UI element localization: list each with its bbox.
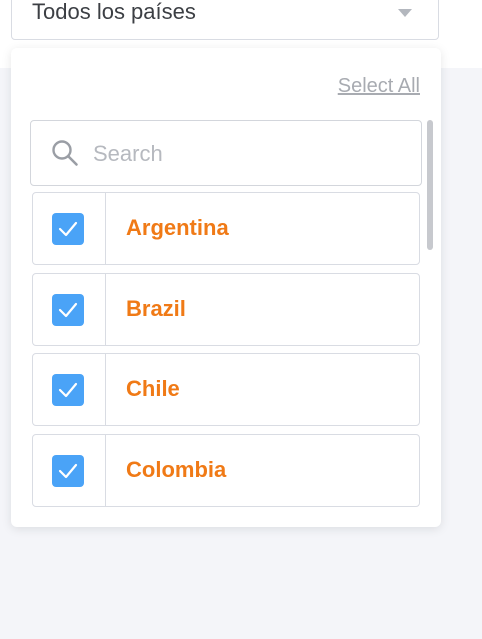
option-checkbox-cell xyxy=(33,435,106,506)
country-select[interactable]: Todos los países xyxy=(11,0,439,40)
dropdown-scrollbar[interactable] xyxy=(427,120,433,520)
option-checkbox-cell xyxy=(33,274,106,345)
option-label: Chile xyxy=(126,376,180,401)
checkbox-checked[interactable] xyxy=(52,213,84,245)
option-checkbox-cell xyxy=(33,193,106,264)
checkbox-checked[interactable] xyxy=(52,294,84,326)
search-icon xyxy=(51,139,79,167)
option-label: Colombia xyxy=(126,457,227,482)
chevron-down-icon xyxy=(398,9,412,17)
country-select-value: Todos los países xyxy=(32,0,196,24)
option-label: Argentina xyxy=(126,215,229,240)
scrollbar-thumb[interactable] xyxy=(427,120,433,250)
select-all-link[interactable]: Select All xyxy=(338,75,420,98)
checkbox-checked[interactable] xyxy=(52,455,84,487)
option-label: Brazil xyxy=(126,296,186,321)
option-colombia[interactable]: Colombia xyxy=(32,434,420,507)
country-dropdown: Select All Argentina Brazil xyxy=(11,48,441,527)
option-brazil[interactable]: Brazil xyxy=(32,273,420,346)
search-input[interactable] xyxy=(91,133,405,175)
search-box[interactable] xyxy=(30,120,422,186)
option-checkbox-cell xyxy=(33,354,106,425)
checkbox-checked[interactable] xyxy=(52,374,84,406)
option-argentina[interactable]: Argentina xyxy=(32,192,420,265)
option-chile[interactable]: Chile xyxy=(32,353,420,426)
